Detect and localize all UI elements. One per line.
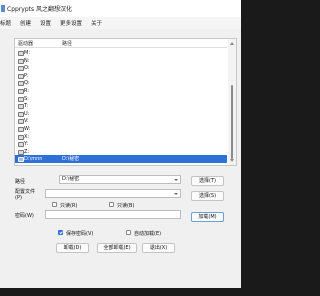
menu-item-about[interactable]: 关于 (91, 19, 102, 27)
only-checkbox-label[interactable]: 只读(B) (117, 202, 134, 209)
list-row[interactable]: D:\mnn D:\秘密 (15, 155, 227, 164)
config-file-label-hotkey: (P) (15, 195, 22, 201)
menu-item-create[interactable]: 创建 (20, 19, 31, 27)
readonly-checkbox-label[interactable]: 只读(R) (60, 202, 77, 209)
auto-mount-label[interactable]: 自动加载(E) (134, 230, 161, 237)
menu-item-more-settings[interactable]: 更多设置 (60, 19, 82, 27)
menu-bar: 标题 创建 设置 更多设置 关于 (0, 17, 241, 29)
column-header-drive[interactable]: 驱动器 (18, 40, 33, 47)
config-file-combo[interactable] (45, 189, 181, 198)
scroll-down-arrow-icon[interactable] (230, 159, 234, 162)
unmount-all-button[interactable]: 全部卸载(E) (97, 243, 137, 253)
select-path-button[interactable]: 选择(T) (191, 176, 224, 186)
path-combo[interactable]: D:\秘密 (59, 175, 181, 184)
app-window: Cpprypts 风之翻想汉化 标题 创建 设置 更多设置 关于 驱动器 路径 … (0, 0, 241, 288)
config-file-label: 配置文件 (15, 189, 36, 195)
menu-item-title[interactable]: 标题 (0, 19, 11, 27)
only-checkbox[interactable] (109, 202, 114, 207)
screen-edge (0, 288, 247, 296)
title-bar: Cpprypts 风之翻想汉化 (0, 0, 241, 17)
auto-mount-checkbox[interactable] (126, 230, 131, 235)
menu-item-settings[interactable]: 设置 (40, 19, 51, 27)
scroll-up-arrow-icon[interactable] (230, 42, 234, 45)
save-password-checkbox[interactable] (58, 230, 63, 235)
exit-button[interactable]: 退出(X) (142, 243, 175, 253)
app-icon (1, 5, 5, 12)
password-input[interactable] (45, 210, 181, 219)
save-password-label[interactable]: 保存密码(V) (66, 230, 93, 237)
mount-button[interactable]: 加载(M) (191, 212, 224, 222)
drive-letter: D:\mnn (24, 156, 43, 163)
column-header-path[interactable]: 路径 (62, 40, 72, 47)
select-config-button[interactable]: 选择(S) (191, 191, 224, 201)
scroll-thumb[interactable] (231, 85, 233, 159)
list-scrollbar[interactable] (228, 39, 236, 165)
drive-path: D:\秘密 (62, 156, 80, 163)
drive-list[interactable]: 驱动器 路径 M: N: O: P: Q: R: S: T: U: V: W: X: Y: Z: D:\mn… (14, 38, 237, 166)
unmount-button[interactable]: 卸载(D) (56, 243, 89, 253)
window-title: Cpprypts 风之翻想汉化 (7, 6, 73, 13)
list-header: 驱动器 路径 (15, 39, 227, 48)
password-label: 密码(W) (15, 213, 34, 219)
readonly-checkbox[interactable] (52, 202, 57, 207)
path-label: 路径 (15, 179, 26, 185)
